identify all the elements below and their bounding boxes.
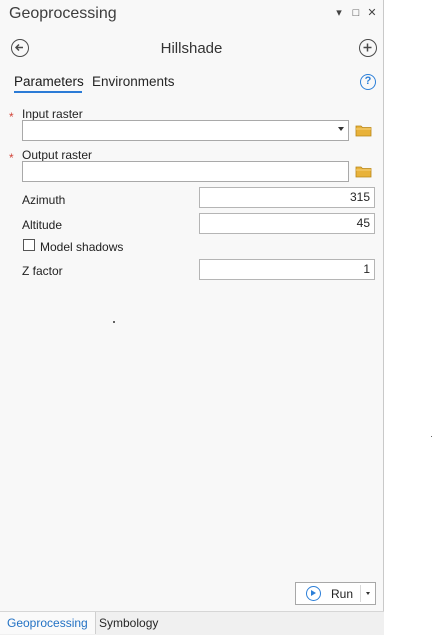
tab-symbology[interactable]: Symbology: [92, 612, 165, 634]
pane-menu-button[interactable]: ▾: [333, 6, 345, 20]
restore-button[interactable]: □: [350, 6, 362, 20]
azimuth-label: Azimuth: [22, 193, 66, 207]
model-shadows-checkbox[interactable]: [23, 239, 35, 251]
run-divider: [360, 585, 361, 602]
geoprocessing-pane: Geoprocessing ▾ □ ✕ Hillshade Parameters…: [0, 0, 384, 635]
stray-dot: [431, 436, 432, 437]
input-raster-dropdown[interactable]: [22, 120, 349, 141]
chevron-down-icon: [338, 127, 344, 131]
pane-titlebar: Geoprocessing ▾ □ ✕: [0, 0, 383, 30]
chevron-down-icon[interactable]: [366, 592, 370, 595]
folder-icon[interactable]: [355, 165, 372, 178]
run-label: Run: [331, 587, 354, 601]
folder-icon[interactable]: [355, 124, 372, 137]
z-factor-input[interactable]: 1: [199, 259, 375, 280]
bottom-tabs: Geoprocessing Symbology: [0, 611, 384, 635]
help-icon[interactable]: ?: [360, 74, 376, 90]
required-marker: *: [9, 110, 14, 124]
close-button[interactable]: ✕: [366, 6, 378, 20]
plus-icon[interactable]: [359, 39, 377, 57]
output-raster-field[interactable]: [22, 161, 349, 182]
tab-parameters[interactable]: Parameters: [14, 74, 84, 89]
tool-header: Hillshade: [0, 34, 383, 64]
z-factor-label: Z factor: [22, 264, 63, 278]
run-button[interactable]: Run: [295, 582, 376, 605]
tab-environments[interactable]: Environments: [92, 74, 175, 89]
play-icon: [306, 586, 321, 601]
input-raster-label: Input raster: [22, 107, 83, 121]
pane-title: Geoprocessing: [9, 5, 117, 22]
model-shadows-label: Model shadows: [40, 240, 124, 254]
active-tab-indicator: [14, 91, 82, 93]
altitude-input[interactable]: 45: [199, 213, 375, 234]
required-marker: *: [9, 151, 14, 165]
stray-dot: [113, 321, 115, 323]
output-raster-label: Output raster: [22, 148, 93, 162]
altitude-label: Altitude: [22, 218, 63, 232]
tab-geoprocessing[interactable]: Geoprocessing: [0, 612, 96, 634]
azimuth-input[interactable]: 315: [199, 187, 375, 208]
tool-title: Hillshade: [160, 40, 223, 57]
